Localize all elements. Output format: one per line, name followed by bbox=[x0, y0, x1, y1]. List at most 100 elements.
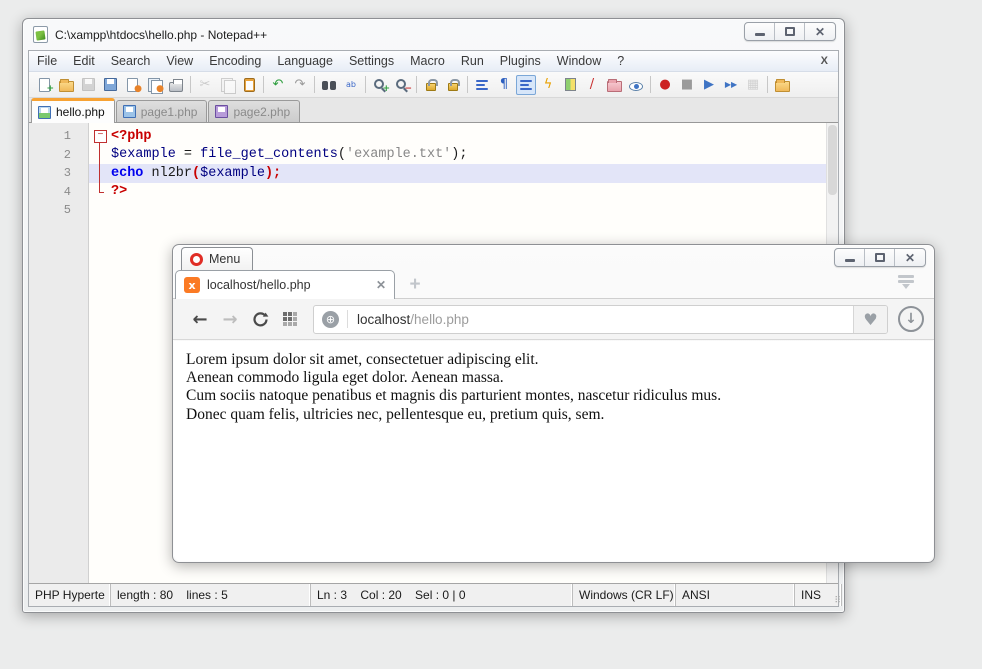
tab-page1-php[interactable]: page1.php bbox=[116, 100, 208, 122]
macro-run-multiple-icon[interactable]: ▶▶ bbox=[721, 75, 741, 95]
reload-icon bbox=[252, 311, 269, 328]
menu-item-macro[interactable]: Macro bbox=[402, 51, 453, 71]
grid-icon bbox=[283, 312, 297, 326]
tab-label: hello.php bbox=[56, 105, 105, 119]
minimize-button[interactable] bbox=[745, 23, 775, 40]
code-line[interactable] bbox=[89, 201, 826, 220]
minimize-icon bbox=[755, 33, 765, 36]
maximize-button[interactable] bbox=[865, 249, 895, 266]
maximize-icon bbox=[785, 27, 795, 36]
code-line[interactable]: echo nl2br($example); bbox=[89, 164, 826, 183]
cut-icon[interactable]: ✂ bbox=[195, 75, 215, 95]
reload-button[interactable] bbox=[247, 306, 273, 332]
url-text[interactable]: localhost/hello.php bbox=[357, 312, 853, 327]
menu-item-search[interactable]: Search bbox=[103, 51, 159, 71]
back-button[interactable]: ← bbox=[187, 306, 213, 332]
macro-record-icon[interactable]: ● bbox=[655, 75, 675, 95]
opera-top-strip[interactable]: Menu bbox=[173, 245, 934, 269]
toolbar-separator bbox=[767, 76, 768, 93]
scrollbar-thumb[interactable] bbox=[828, 125, 837, 195]
notepadpp-tabbar: hello.php page1.phppage2.php bbox=[29, 98, 838, 123]
macro-play-icon[interactable]: ▶ bbox=[699, 75, 719, 95]
address-bar[interactable]: ⊕ localhost/hello.php ♥ bbox=[313, 305, 888, 334]
zoom-out-icon[interactable]: − bbox=[392, 75, 412, 95]
tab-hello-php[interactable]: hello.php bbox=[31, 98, 115, 123]
xampp-favicon: x bbox=[184, 277, 200, 293]
code-text: ?> bbox=[111, 184, 127, 199]
view-file-icon[interactable] bbox=[626, 75, 646, 95]
tab-page2-php[interactable]: page2.php bbox=[208, 100, 300, 122]
menu-item-file[interactable]: File bbox=[29, 51, 65, 71]
code-line[interactable]: <?php bbox=[89, 127, 826, 146]
function-list-icon[interactable]: ϟ bbox=[538, 75, 558, 95]
macro-save-icon[interactable]: ▦ bbox=[743, 75, 763, 95]
find-icon[interactable] bbox=[319, 75, 339, 95]
status-eol: Windows (CR LF) bbox=[573, 584, 676, 606]
monitoring-icon[interactable] bbox=[772, 75, 792, 95]
new-tab-button[interactable]: + bbox=[407, 277, 423, 293]
opera-menu-button[interactable]: Menu bbox=[181, 247, 253, 270]
code-text: <?php bbox=[111, 129, 152, 144]
replace-icon[interactable]: ab bbox=[341, 75, 361, 95]
open-file-icon[interactable] bbox=[56, 75, 76, 95]
show-all-characters-icon[interactable]: ¶ bbox=[494, 75, 514, 95]
code-line[interactable]: ?> bbox=[89, 183, 826, 202]
close-all-docs-icon[interactable]: ● bbox=[144, 75, 164, 95]
doc-switcher-icon[interactable]: / bbox=[582, 75, 602, 95]
sync-horizontal-icon[interactable] bbox=[443, 75, 463, 95]
notepadpp-menubar: FileEditSearchViewEncodingLanguageSettin… bbox=[29, 51, 838, 72]
toolbar-separator bbox=[314, 76, 315, 93]
paste-icon[interactable] bbox=[239, 75, 259, 95]
folder-as-workspace-icon[interactable] bbox=[604, 75, 624, 95]
line-number: 3 bbox=[29, 164, 89, 183]
menu-item-language[interactable]: Language bbox=[269, 51, 341, 71]
speed-dial-button[interactable] bbox=[277, 306, 303, 332]
code-line[interactable]: $example = file_get_contents('example.tx… bbox=[89, 146, 826, 165]
menu-item-run[interactable]: Run bbox=[453, 51, 492, 71]
page-content: Lorem ipsum dolor sit amet, consectetuer… bbox=[174, 341, 933, 561]
document-map-icon[interactable] bbox=[560, 75, 580, 95]
notepadpp-titlebar[interactable]: C:\xampp\htdocs\hello.php - Notepad++ bbox=[23, 19, 844, 50]
menu-item-settings[interactable]: Settings bbox=[341, 51, 402, 71]
close-button[interactable]: ✕ bbox=[895, 249, 925, 266]
downloads-button[interactable]: ↓ bbox=[898, 306, 924, 332]
copy-icon[interactable] bbox=[217, 75, 237, 95]
menubar-close-icon[interactable]: X bbox=[821, 55, 828, 67]
zoom-in-icon[interactable]: + bbox=[370, 75, 390, 95]
forward-button[interactable]: → bbox=[217, 306, 243, 332]
back-icon: ← bbox=[192, 309, 207, 330]
new-file-icon[interactable]: + bbox=[34, 75, 54, 95]
opera-window-controls: ✕ bbox=[834, 248, 926, 267]
fold-marker[interactable] bbox=[89, 127, 111, 146]
menu-item-view[interactable]: View bbox=[158, 51, 201, 71]
menu-item-window[interactable]: Window bbox=[549, 51, 609, 71]
save-icon[interactable] bbox=[78, 75, 98, 95]
menu-item-edit[interactable]: Edit bbox=[65, 51, 103, 71]
close-button[interactable]: ✕ bbox=[805, 23, 835, 40]
maximize-button[interactable] bbox=[775, 23, 805, 40]
tab-localhost-hello[interactable]: x localhost/hello.php ✕ bbox=[175, 270, 395, 299]
globe-icon: ⊕ bbox=[322, 311, 339, 328]
minimize-button[interactable] bbox=[835, 249, 865, 266]
tab-close-icon[interactable]: ✕ bbox=[376, 278, 386, 292]
menu-item-help[interactable]: ? bbox=[609, 51, 632, 71]
save-all-icon[interactable] bbox=[100, 75, 120, 95]
heart-icon: ♥ bbox=[863, 310, 877, 329]
fold-marker bbox=[89, 164, 111, 183]
close-doc-icon[interactable]: ● bbox=[122, 75, 142, 95]
menu-item-encoding[interactable]: Encoding bbox=[201, 51, 269, 71]
line-number: 5 bbox=[29, 201, 89, 220]
notepadpp-statusbar: PHP Hypertelength : 80 lines : 5Ln : 3 C… bbox=[29, 583, 838, 606]
bookmark-button[interactable]: ♥ bbox=[853, 306, 887, 333]
word-wrap-icon[interactable] bbox=[472, 75, 492, 95]
menu-item-plugins[interactable]: Plugins bbox=[492, 51, 549, 71]
sync-vertical-icon[interactable] bbox=[421, 75, 441, 95]
macro-stop-icon[interactable]: ■ bbox=[677, 75, 697, 95]
undo-icon[interactable]: ↶ bbox=[268, 75, 288, 95]
file-icon bbox=[38, 106, 51, 119]
redo-icon[interactable]: ↷ bbox=[290, 75, 310, 95]
print-icon[interactable] bbox=[166, 75, 186, 95]
tab-menu-icon[interactable] bbox=[896, 275, 916, 293]
indent-guide-icon[interactable] bbox=[516, 75, 536, 95]
opera-logo-icon bbox=[190, 253, 203, 266]
